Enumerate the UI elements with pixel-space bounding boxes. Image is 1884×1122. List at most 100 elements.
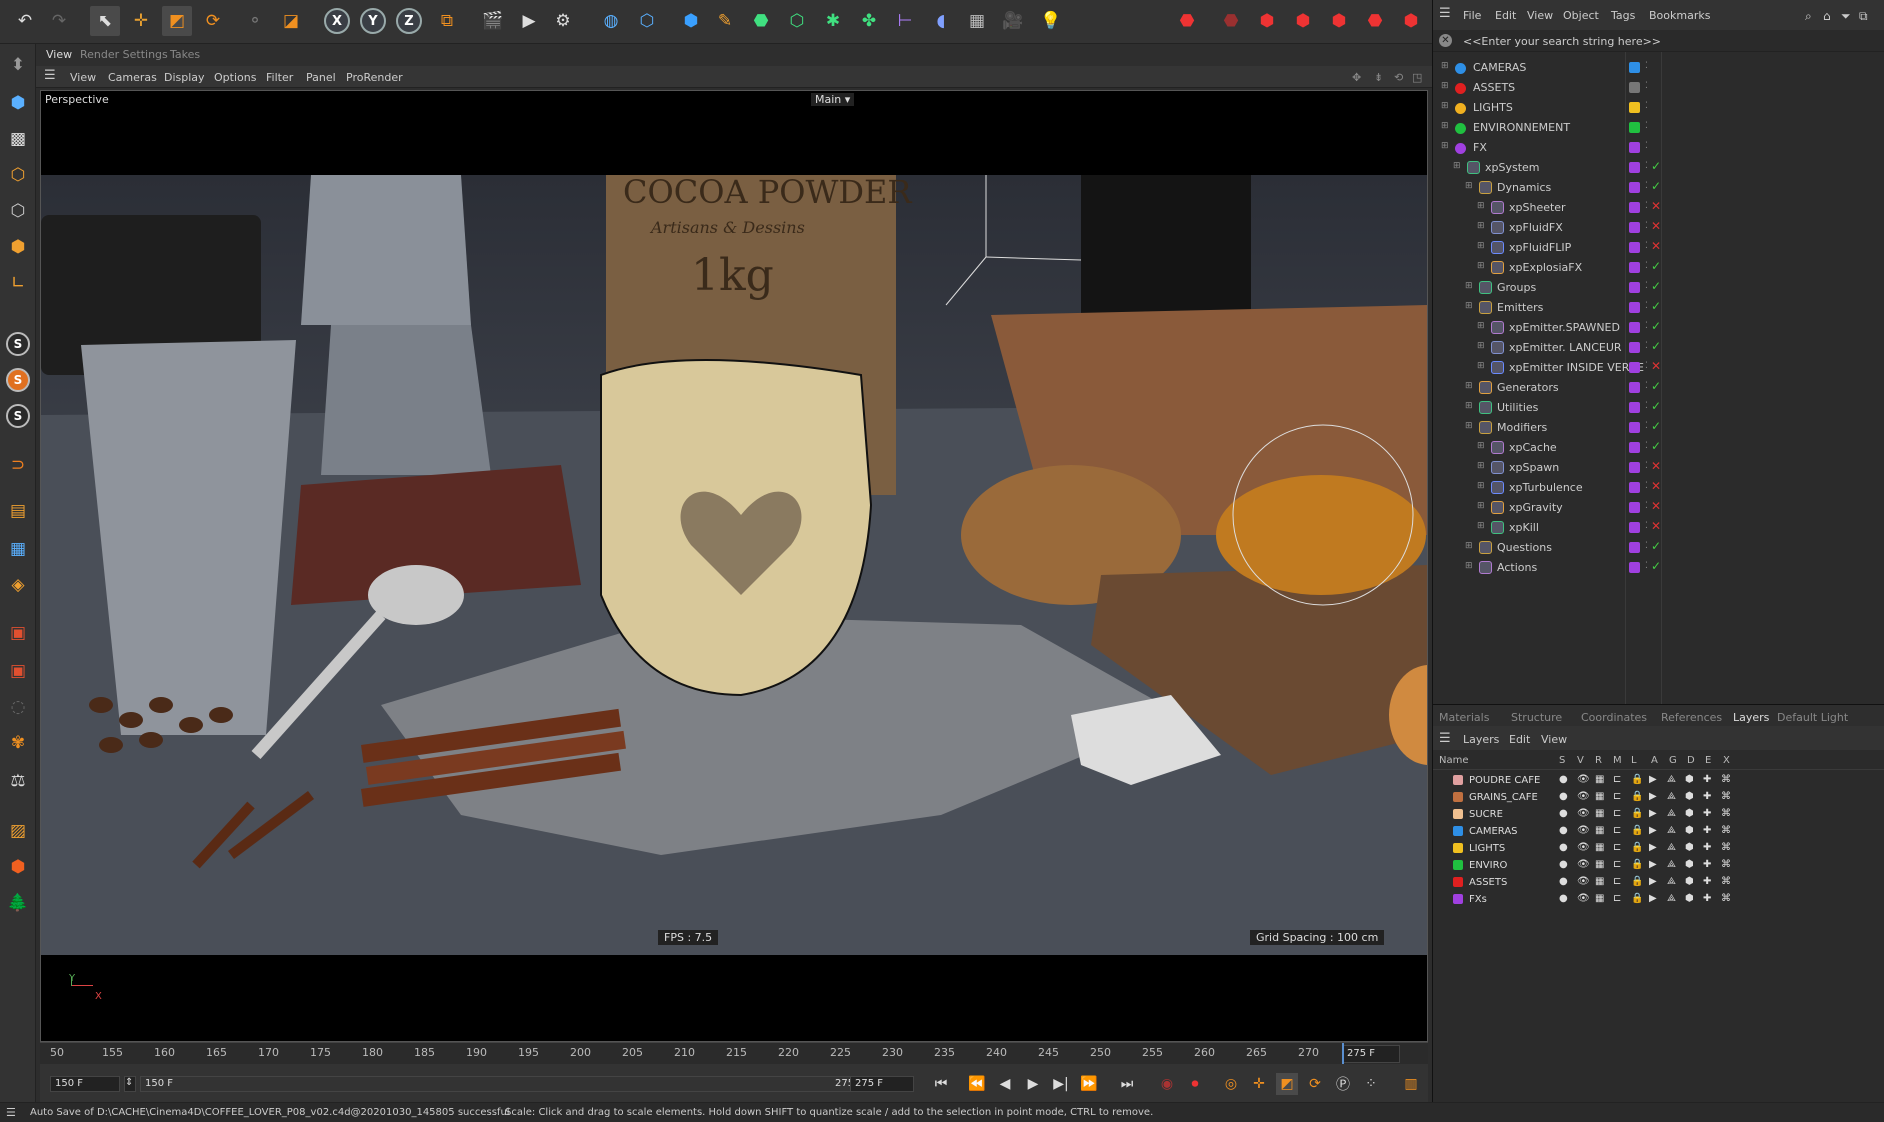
tab-takes[interactable]: Takes xyxy=(170,48,200,61)
deformer-icon[interactable]: ⬢ xyxy=(1685,808,1694,819)
visibility-dots-icon[interactable]: ⁚ xyxy=(1645,481,1648,491)
object-row[interactable]: ⊞ xpGravity ⁚ ✕ xyxy=(1433,498,1884,518)
expand-toggle-icon[interactable]: ⊞ xyxy=(1441,141,1449,151)
expand-toggle-icon[interactable]: ⊞ xyxy=(1465,381,1473,391)
next-keyframe-icon[interactable]: ⏩ xyxy=(1078,1073,1100,1095)
layer-color-swatch[interactable] xyxy=(1629,362,1640,373)
expand-toggle-icon[interactable]: ⊞ xyxy=(1441,101,1449,111)
solo-icon[interactable]: ● xyxy=(1559,842,1568,853)
menu-layers[interactable]: Layers xyxy=(1463,733,1499,746)
object-row[interactable]: ⊞ xpCache ⁚ ✓ xyxy=(1433,438,1884,458)
autokey-icon[interactable]: ⏺ xyxy=(1184,1073,1206,1095)
generator-icon[interactable]: ⟁ xyxy=(1667,791,1676,802)
layer-color-swatch[interactable] xyxy=(1629,462,1640,473)
object-row[interactable]: ⊞ xpEmitter. LANCEUR ⁚ ✓ xyxy=(1433,338,1884,358)
prev-frame-icon[interactable]: ◀ xyxy=(994,1073,1016,1095)
play-icon[interactable]: ▶ xyxy=(1022,1073,1044,1095)
generator-icon[interactable]: ⟁ xyxy=(1667,842,1676,853)
disabled-tool-icon[interactable]: ◌ xyxy=(3,692,33,722)
xref-icon[interactable]: ⌘ xyxy=(1721,859,1731,870)
lock-workplane-icon[interactable]: ◈ xyxy=(3,570,33,600)
visibility-dots-icon[interactable]: ⁚ xyxy=(1645,341,1648,351)
expand-toggle-icon[interactable]: ⊞ xyxy=(1477,461,1485,471)
layer-column-header[interactable]: V xyxy=(1577,755,1584,766)
key-move-icon[interactable]: ✛ xyxy=(1248,1073,1270,1095)
clear-search-icon[interactable]: ✕ xyxy=(1439,34,1452,47)
render-icon[interactable]: ▦ xyxy=(1595,842,1604,853)
expand-toggle-icon[interactable]: ⊞ xyxy=(1477,261,1485,271)
layer-color-swatch[interactable] xyxy=(1453,843,1463,853)
pan-view-icon[interactable]: ✥ xyxy=(1352,71,1361,84)
layer-color-swatch[interactable] xyxy=(1629,502,1640,513)
solo-icon[interactable]: ● xyxy=(1559,808,1568,819)
visible-icon[interactable]: 👁 xyxy=(1577,808,1590,819)
coordinate-system-icon[interactable]: ⧉ xyxy=(432,6,462,36)
timeline-ruler[interactable]: 50 155 160 165 170 175 180 185 190 195 200 205 210 21… xyxy=(40,1042,1428,1065)
expression-icon[interactable]: ✚ xyxy=(1703,774,1711,785)
manager-icon[interactable]: ⊏ xyxy=(1613,842,1621,853)
solo-icon[interactable]: ● xyxy=(1559,774,1568,785)
start-frame-stepper[interactable]: ⇕ xyxy=(124,1076,136,1092)
layer-row[interactable]: ASSETS ● 👁 ▦ ⊏ 🔒 ▶ ⟁ ⬢ ✚ ⌘ xyxy=(1433,874,1884,891)
layer-row[interactable]: GRAINS_CAFE ● 👁 ▦ ⊏ 🔒 ▶ ⟁ ⬢ ✚ ⌘ xyxy=(1433,789,1884,806)
layer-color-swatch[interactable] xyxy=(1629,282,1640,293)
visibility-dots-icon[interactable]: ⁚ xyxy=(1645,141,1648,151)
solo-icon[interactable]: ● xyxy=(1559,876,1568,887)
xp-light-icon[interactable]: ⬢ xyxy=(1288,6,1318,36)
visible-icon[interactable]: 👁 xyxy=(1577,791,1590,802)
points-mode-icon[interactable]: ⬡ xyxy=(3,160,33,190)
prev-keyframe-icon[interactable]: ⏪ xyxy=(966,1073,988,1095)
manager-icon[interactable]: ⊏ xyxy=(1613,791,1621,802)
frame-range-slider[interactable]: 150 F 275 F xyxy=(140,1076,870,1092)
layer-color-swatch[interactable] xyxy=(1629,382,1640,393)
timeline-open-icon[interactable]: ▥ xyxy=(1400,1073,1422,1095)
xref-icon[interactable]: ⌘ xyxy=(1721,825,1731,836)
layer-row[interactable]: POUDRE CAFE ● 👁 ▦ ⊏ 🔒 ▶ ⟁ ⬢ ✚ ⌘ xyxy=(1433,772,1884,789)
visibility-dots-icon[interactable]: ⁚ xyxy=(1645,461,1648,471)
render-icon[interactable]: ▦ xyxy=(1595,791,1604,802)
menu-view[interactable]: View xyxy=(1527,9,1553,22)
disabled-cross-icon[interactable]: ✕ xyxy=(1651,199,1661,213)
expand-toggle-icon[interactable]: ⊞ xyxy=(1465,421,1473,431)
manager-icon[interactable]: ⊏ xyxy=(1613,825,1621,836)
render-icon[interactable]: ▦ xyxy=(1595,808,1604,819)
menu-view[interactable]: View xyxy=(70,71,96,84)
layer-row[interactable]: CAMERAS ● 👁 ▦ ⊏ 🔒 ▶ ⟁ ⬢ ✚ ⌘ xyxy=(1433,823,1884,840)
end-frame-field[interactable]: 275 F xyxy=(850,1076,914,1092)
layer-color-swatch[interactable] xyxy=(1629,482,1640,493)
object-row[interactable]: ⊞ xpExplosiaFX ⁚ ✓ xyxy=(1433,258,1884,278)
object-cube-icon[interactable]: ⬡ xyxy=(632,6,662,36)
visibility-dots-icon[interactable]: ⁚ xyxy=(1645,561,1648,571)
model-mode-icon[interactable]: ⬢ xyxy=(3,88,33,118)
timeline-window-icon[interactable]: ▣ xyxy=(3,618,33,648)
visibility-dots-icon[interactable]: ⁚ xyxy=(1645,521,1648,531)
subdivision-icon[interactable]: ⬣ xyxy=(746,6,776,36)
visibility-dots-icon[interactable]: ⁚ xyxy=(1645,301,1648,311)
visibility-dots-icon[interactable]: ⁚ xyxy=(1645,261,1648,271)
enabled-check-icon[interactable]: ✓ xyxy=(1651,179,1661,193)
visibility-dots-icon[interactable]: ⁚ xyxy=(1645,281,1648,291)
zoom-view-icon[interactable]: ⇟ xyxy=(1374,71,1383,84)
layer-column-header[interactable]: Name xyxy=(1439,755,1469,766)
solo-icon[interactable]: ● xyxy=(1559,791,1568,802)
go-to-end-icon[interactable]: ⏭ xyxy=(1116,1073,1138,1095)
playhead[interactable] xyxy=(1342,1043,1344,1065)
tab-layers[interactable]: Layers xyxy=(1733,711,1769,724)
expand-toggle-icon[interactable]: ⊞ xyxy=(1477,241,1485,251)
layer-color-swatch[interactable] xyxy=(1453,809,1463,819)
object-row[interactable]: ⊞ Generators ⁚ ✓ xyxy=(1433,378,1884,398)
light-icon[interactable]: 💡 xyxy=(1036,6,1066,36)
expand-toggle-icon[interactable]: ⊞ xyxy=(1465,181,1473,191)
pen-tool-icon[interactable]: ✎ xyxy=(710,6,740,36)
visibility-dots-icon[interactable]: ⁚ xyxy=(1645,361,1648,371)
magnet-icon[interactable]: ⊃ xyxy=(3,450,33,480)
polygons-mode-icon[interactable]: ⬢ xyxy=(3,232,33,262)
render-icon[interactable]: ▦ xyxy=(1595,859,1604,870)
animation-icon[interactable]: ▶ xyxy=(1649,842,1657,853)
visibility-dots-icon[interactable]: ⁚ xyxy=(1645,61,1648,71)
tab-references[interactable]: References xyxy=(1661,711,1722,724)
enabled-check-icon[interactable]: ✓ xyxy=(1651,279,1661,293)
disabled-cross-icon[interactable]: ✕ xyxy=(1651,359,1661,373)
field-icon[interactable]: ◖ xyxy=(926,6,956,36)
render-settings-icon[interactable]: ⚙ xyxy=(548,6,578,36)
